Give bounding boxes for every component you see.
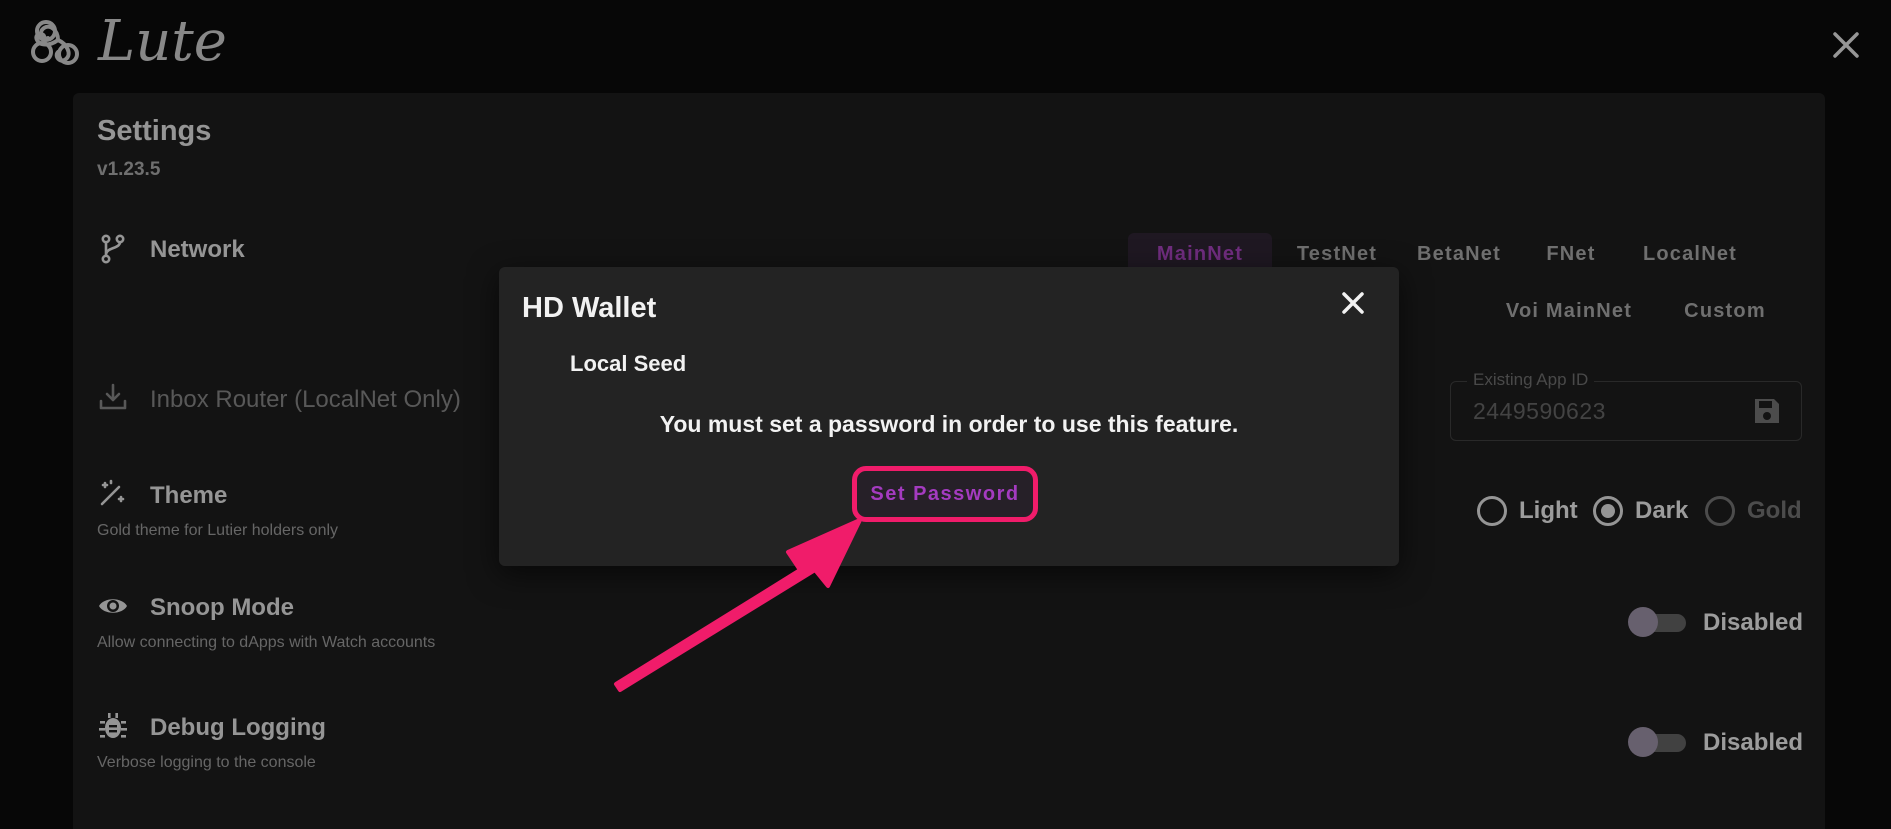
hd-wallet-dialog: HD Wallet Local Seed You must set a pass…: [499, 267, 1399, 566]
dialog-message: You must set a password in order to use …: [659, 411, 1239, 437]
dialog-title: HD Wallet: [522, 292, 657, 324]
set-password-button[interactable]: Set Password: [852, 466, 1038, 522]
dialog-subtitle: Local Seed: [570, 351, 687, 376]
dialog-close-icon[interactable]: [1337, 287, 1369, 319]
